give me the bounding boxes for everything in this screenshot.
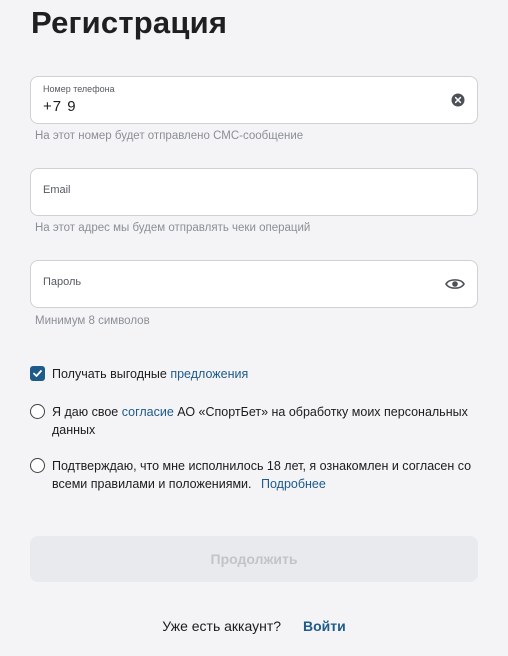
- clear-circle-icon[interactable]: [451, 93, 465, 107]
- offers-link[interactable]: предложения: [170, 367, 248, 381]
- offers-consent-text: Получать выгодные предложения: [52, 365, 248, 383]
- consent-link[interactable]: согласие: [122, 405, 174, 419]
- page-title: Регистрация: [31, 5, 228, 40]
- eye-icon[interactable]: [445, 277, 465, 291]
- login-prompt: Уже есть аккаунт? Войти: [0, 618, 508, 634]
- offers-consent-row: Получать выгодные предложения: [30, 365, 480, 383]
- age-checkbox[interactable]: [30, 458, 45, 473]
- phone-field-label: Номер телефона: [43, 84, 115, 94]
- email-field-label: Email: [43, 184, 71, 196]
- offers-consent-label: Получать выгодные: [52, 367, 167, 381]
- personal-data-consent-text: Я даю свое согласие АО «СпортБет» на обр…: [52, 403, 480, 439]
- age-consent-row: Подтверждаю, что мне исполнилось 18 лет,…: [30, 457, 480, 493]
- password-hint: Минимум 8 символов: [35, 315, 150, 327]
- age-consent-text: Подтверждаю, что мне исполнилось 18 лет,…: [52, 457, 480, 493]
- checkmark-icon: [33, 370, 42, 377]
- details-link[interactable]: Подробнее: [261, 477, 326, 491]
- password-field-label: Пароль: [43, 276, 82, 288]
- password-field[interactable]: Пароль: [30, 260, 478, 308]
- have-account-text: Уже есть аккаунт?: [162, 618, 282, 634]
- offers-checkbox[interactable]: [30, 366, 45, 381]
- phone-hint: На этот номер будет отправлено СМС-сообщ…: [35, 130, 304, 142]
- continue-button[interactable]: Продолжить: [30, 536, 478, 582]
- login-link[interactable]: Войти: [303, 618, 346, 634]
- personal-data-checkbox[interactable]: [30, 404, 45, 419]
- email-field[interactable]: Email: [30, 168, 478, 216]
- phone-field-value[interactable]: +7 9: [43, 98, 77, 115]
- personal-data-consent-row: Я даю свое согласие АО «СпортБет» на обр…: [30, 403, 480, 439]
- phone-field[interactable]: Номер телефона +7 9: [30, 76, 478, 124]
- email-hint: На этот адрес мы будем отправлять чеки о…: [35, 222, 311, 234]
- personal-data-text-before: Я даю свое: [52, 405, 119, 419]
